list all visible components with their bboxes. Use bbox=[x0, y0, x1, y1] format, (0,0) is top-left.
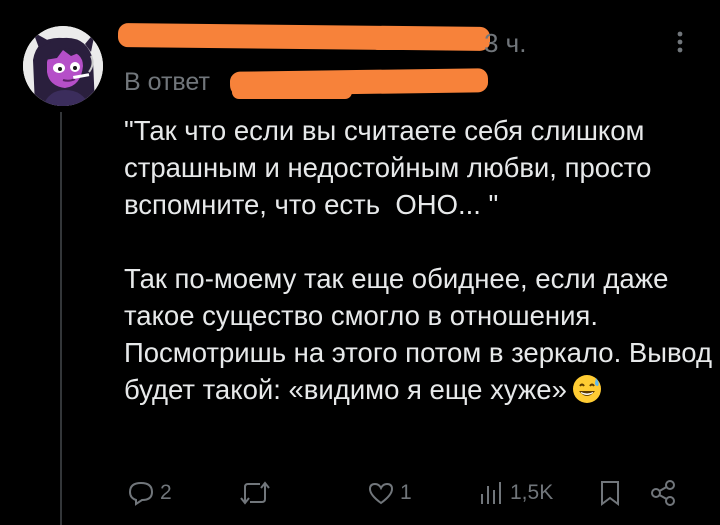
redacted-reply-handle-extra bbox=[232, 85, 352, 99]
bookmark-button[interactable] bbox=[596, 475, 624, 511]
reply-to-label: В ответ bbox=[124, 68, 210, 96]
more-vertical-icon[interactable] bbox=[670, 28, 690, 56]
avatar-image bbox=[23, 26, 103, 106]
tweet-time: 3 ч. bbox=[484, 28, 527, 58]
bookmark-icon bbox=[601, 481, 619, 506]
like-button[interactable]: 1 bbox=[366, 475, 412, 511]
sweat-smile-emoji bbox=[572, 375, 601, 403]
heart-icon bbox=[368, 482, 394, 505]
like-count: 1 bbox=[400, 481, 412, 504]
share-icon bbox=[651, 480, 675, 506]
share-button[interactable] bbox=[648, 475, 678, 511]
views-button[interactable]: 1,5K bbox=[476, 475, 553, 511]
retweet-button[interactable] bbox=[238, 475, 276, 511]
avatar[interactable] bbox=[23, 26, 103, 106]
reply-count: 2 bbox=[160, 481, 172, 504]
reply-icon bbox=[128, 481, 154, 506]
action-bar: 2 1 1,5K bbox=[120, 475, 700, 511]
thread-line bbox=[60, 112, 62, 525]
tweet-body: "Так что если вы считаете себя слишком с… bbox=[124, 115, 713, 405]
reply-button[interactable]: 2 bbox=[126, 475, 172, 511]
tweet-text: "Так что если вы считаете себя слишком с… bbox=[124, 112, 714, 408]
redacted-username-extra bbox=[370, 30, 490, 50]
views-count: 1,5K bbox=[510, 481, 554, 504]
views-icon bbox=[481, 482, 501, 504]
retweet-icon bbox=[240, 481, 270, 505]
